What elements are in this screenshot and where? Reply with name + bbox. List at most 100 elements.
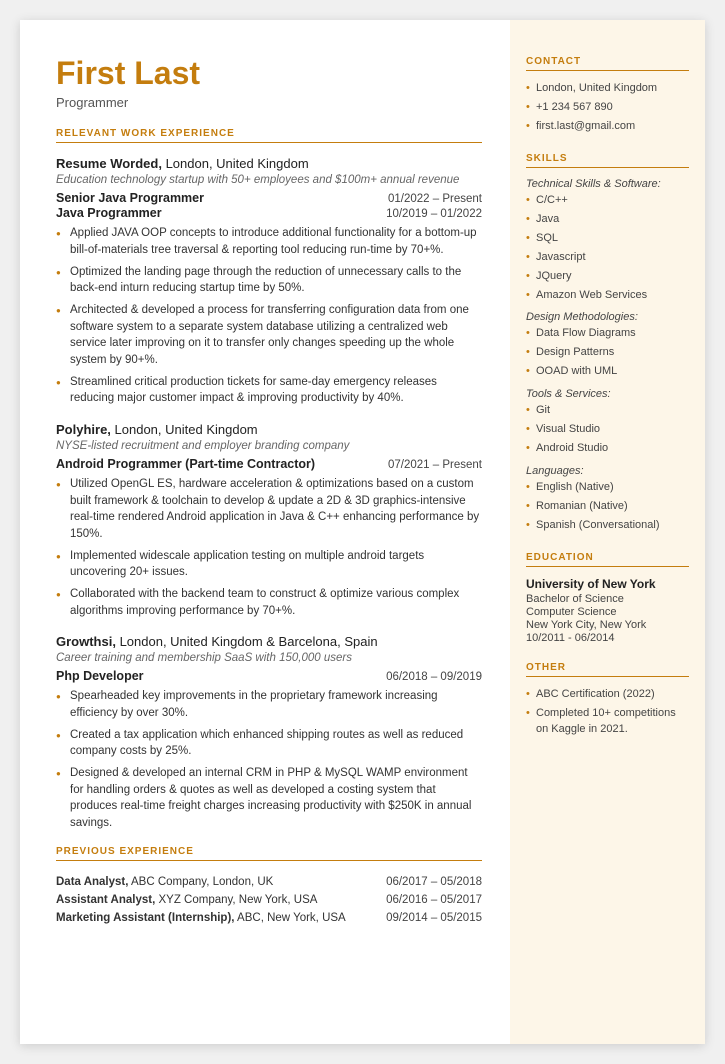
company-desc-2: NYSE-listed recruitment and employer bra… bbox=[56, 440, 482, 452]
job-title-1b: Java Programmer bbox=[56, 206, 162, 220]
job-title-1a: Senior Java Programmer bbox=[56, 191, 204, 205]
bullet-3-1: Spearheaded key improvements in the prop… bbox=[56, 688, 482, 721]
job-row-2a: Android Programmer (Part-time Contractor… bbox=[56, 457, 482, 471]
job-title-3a: Php Developer bbox=[56, 669, 144, 683]
previous-exp-header: PREVIOUS EXPERIENCE bbox=[56, 846, 482, 861]
other-list: ABC Certification (2022) Completed 10+ c… bbox=[526, 687, 689, 738]
job-dates-1a: 01/2022 – Present bbox=[388, 193, 482, 205]
company-location-3: London, United Kingdom & Barcelona, Spai… bbox=[116, 634, 378, 649]
education-header: EDUCATION bbox=[526, 552, 689, 567]
skills-languages: Languages: English (Native) Romanian (Na… bbox=[526, 465, 689, 534]
skills-list-3: Git Visual Studio Android Studio bbox=[526, 403, 689, 457]
skill-javascript: Javascript bbox=[526, 250, 689, 266]
contact-list: London, United Kingdom +1 234 567 890 fi… bbox=[526, 81, 689, 135]
skill-dfd: Data Flow Diagrams bbox=[526, 326, 689, 342]
prev-title-1: Data Analyst, bbox=[56, 876, 128, 888]
contact-email: first.last@gmail.com bbox=[526, 119, 689, 135]
education-section: EDUCATION University of New York Bachelo… bbox=[526, 552, 689, 644]
skill-jquery: JQuery bbox=[526, 269, 689, 285]
company-name-text-3: Growthsi, bbox=[56, 634, 116, 649]
contact-header: CONTACT bbox=[526, 56, 689, 71]
job-row-3a: Php Developer 06/2018 – 09/2019 bbox=[56, 669, 482, 683]
job-dates-1b: 10/2019 – 01/2022 bbox=[386, 208, 482, 220]
candidate-name: First Last bbox=[56, 56, 482, 91]
skills-design: Design Methodologies: Data Flow Diagrams… bbox=[526, 311, 689, 380]
company-name-2: Polyhire, London, United Kingdom bbox=[56, 421, 482, 439]
skill-java: Java bbox=[526, 212, 689, 228]
company-name-text-2: Polyhire, bbox=[56, 422, 111, 437]
skills-cat-2: Design Methodologies: bbox=[526, 311, 689, 323]
candidate-title: Programmer bbox=[56, 95, 482, 110]
skills-list-2: Data Flow Diagrams Design Patterns OOAD … bbox=[526, 326, 689, 380]
prev-dates-3: 09/2014 – 05/2015 bbox=[376, 909, 482, 927]
company-block-3: Growthsi, London, United Kingdom & Barce… bbox=[56, 633, 482, 831]
prev-role-3: Marketing Assistant (Internship), ABC, N… bbox=[56, 909, 376, 927]
skills-cat-4: Languages: bbox=[526, 465, 689, 477]
lang-spanish: Spanish (Conversational) bbox=[526, 518, 689, 534]
job-dates-3a: 06/2018 – 09/2019 bbox=[386, 671, 482, 683]
edu-location: New York City, New York bbox=[526, 619, 689, 631]
bullet-3-3: Designed & developed an internal CRM in … bbox=[56, 765, 482, 832]
skills-section: SKILLS Technical Skills & Software: C/C+… bbox=[526, 153, 689, 534]
lang-english: English (Native) bbox=[526, 480, 689, 496]
other-2: Completed 10+ competitions on Kaggle in … bbox=[526, 706, 689, 738]
job-title-2a: Android Programmer (Part-time Contractor… bbox=[56, 457, 315, 471]
bullet-1-3: Architected & developed a process for tr… bbox=[56, 302, 482, 369]
bullet-list-3: Spearheaded key improvements in the prop… bbox=[56, 688, 482, 831]
other-1: ABC Certification (2022) bbox=[526, 687, 689, 703]
company-name-1: Resume Worded, London, United Kingdom bbox=[56, 155, 482, 173]
skill-cpp: C/C++ bbox=[526, 193, 689, 209]
contact-location: London, United Kingdom bbox=[526, 81, 689, 97]
skill-git: Git bbox=[526, 403, 689, 419]
prev-title-3: Marketing Assistant (Internship), bbox=[56, 912, 235, 924]
job-row-1a: Senior Java Programmer 01/2022 – Present bbox=[56, 191, 482, 205]
skill-android: Android Studio bbox=[526, 441, 689, 457]
prev-role-2: Assistant Analyst, XYZ Company, New York… bbox=[56, 891, 376, 909]
bullet-list-1: Applied JAVA OOP concepts to introduce a… bbox=[56, 225, 482, 407]
prev-company-3: ABC, New York, USA bbox=[235, 912, 346, 924]
company-desc-1: Education technology startup with 50+ em… bbox=[56, 174, 482, 186]
bullet-2-2: Implemented widescale application testin… bbox=[56, 548, 482, 581]
skill-sql: SQL bbox=[526, 231, 689, 247]
edu-dates: 10/2011 - 06/2014 bbox=[526, 632, 689, 644]
bullet-3-2: Created a tax application which enhanced… bbox=[56, 727, 482, 760]
company-location-2: London, United Kingdom bbox=[111, 422, 258, 437]
bullet-1-2: Optimized the landing page through the r… bbox=[56, 264, 482, 297]
edu-field: Computer Science bbox=[526, 606, 689, 618]
contact-section: CONTACT London, United Kingdom +1 234 56… bbox=[526, 56, 689, 135]
bullet-1-1: Applied JAVA OOP concepts to introduce a… bbox=[56, 225, 482, 258]
company-name-3: Growthsi, London, United Kingdom & Barce… bbox=[56, 633, 482, 651]
bullet-2-3: Collaborated with the backend team to co… bbox=[56, 586, 482, 619]
job-row-1b: Java Programmer 10/2019 – 01/2022 bbox=[56, 206, 482, 220]
company-block-1: Resume Worded, London, United Kingdom Ed… bbox=[56, 155, 482, 407]
relevant-work-header: RELEVANT WORK EXPERIENCE bbox=[56, 128, 482, 143]
skill-aws: Amazon Web Services bbox=[526, 288, 689, 304]
skills-cat-3: Tools & Services: bbox=[526, 388, 689, 400]
prev-row-2: Assistant Analyst, XYZ Company, New York… bbox=[56, 891, 482, 909]
contact-phone: +1 234 567 890 bbox=[526, 100, 689, 116]
edu-degree: Bachelor of Science bbox=[526, 593, 689, 605]
prev-row-3: Marketing Assistant (Internship), ABC, N… bbox=[56, 909, 482, 927]
company-location-1: London, United Kingdom bbox=[162, 156, 309, 171]
lang-romanian: Romanian (Native) bbox=[526, 499, 689, 515]
left-column: First Last Programmer RELEVANT WORK EXPE… bbox=[20, 20, 510, 1044]
resume-container: First Last Programmer RELEVANT WORK EXPE… bbox=[20, 20, 705, 1044]
previous-exp-section: PREVIOUS EXPERIENCE Data Analyst, ABC Co… bbox=[56, 846, 482, 927]
prev-role-1: Data Analyst, ABC Company, London, UK bbox=[56, 873, 376, 891]
prev-company-1: ABC Company, London, UK bbox=[128, 876, 273, 888]
skills-technical: Technical Skills & Software: C/C++ Java … bbox=[526, 178, 689, 304]
other-section: OTHER ABC Certification (2022) Completed… bbox=[526, 662, 689, 738]
skills-list-4: English (Native) Romanian (Native) Spani… bbox=[526, 480, 689, 534]
edu-university: University of New York bbox=[526, 577, 689, 591]
bullet-1-4: Streamlined critical production tickets … bbox=[56, 374, 482, 407]
other-header: OTHER bbox=[526, 662, 689, 677]
prev-title-2: Assistant Analyst, bbox=[56, 894, 155, 906]
skill-dp: Design Patterns bbox=[526, 345, 689, 361]
right-column: CONTACT London, United Kingdom +1 234 56… bbox=[510, 20, 705, 1044]
skills-cat-1: Technical Skills & Software: bbox=[526, 178, 689, 190]
bullet-list-2: Utilized OpenGL ES, hardware acceleratio… bbox=[56, 476, 482, 619]
job-dates-2a: 07/2021 – Present bbox=[388, 459, 482, 471]
skills-list-1: C/C++ Java SQL Javascript JQuery Amazon … bbox=[526, 193, 689, 304]
skill-vs: Visual Studio bbox=[526, 422, 689, 438]
skills-tools: Tools & Services: Git Visual Studio Andr… bbox=[526, 388, 689, 457]
